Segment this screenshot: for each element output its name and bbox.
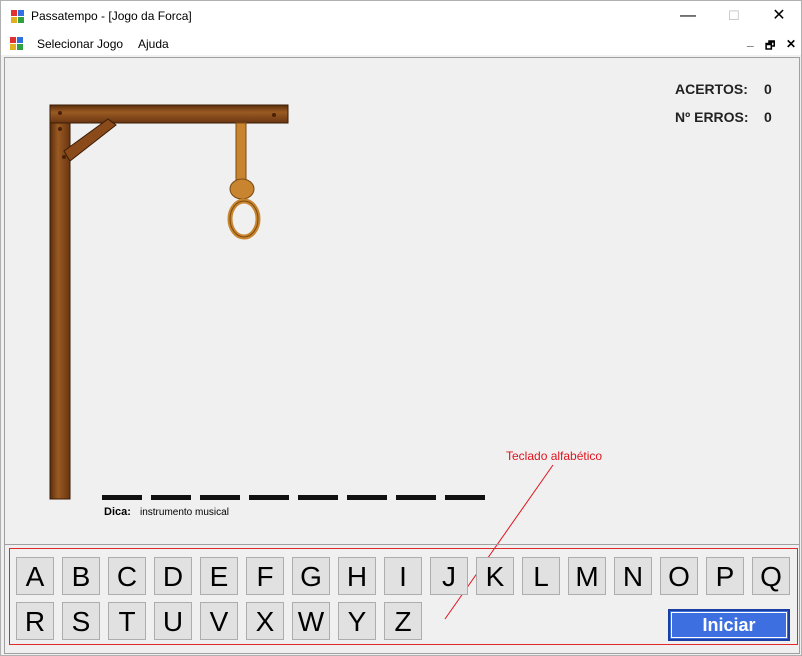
acertos-value: 0 [764, 81, 772, 97]
window-title: Passatempo - [Jogo da Forca] [31, 9, 192, 23]
key-a[interactable]: A [16, 557, 54, 595]
key-m[interactable]: M [568, 557, 606, 595]
key-q[interactable]: Q [752, 557, 790, 595]
minimize-button[interactable]: — [665, 1, 711, 33]
key-k[interactable]: K [476, 557, 514, 595]
key-b[interactable]: B [62, 557, 100, 595]
key-s[interactable]: S [62, 602, 100, 640]
start-button[interactable]: Iniciar [668, 609, 790, 641]
key-x[interactable]: X [246, 602, 284, 640]
letter-blank [396, 495, 436, 500]
close-button[interactable]: ✕ [756, 1, 802, 33]
letter-blank [298, 495, 338, 500]
mdi-restore-button[interactable]: 🗗 [765, 37, 775, 56]
key-w[interactable]: W [292, 602, 330, 640]
letter-blank [151, 495, 191, 500]
mdi-child-icon[interactable] [10, 37, 23, 50]
mdi-minimize-button[interactable]: _ [747, 34, 754, 48]
maximize-button[interactable]: ☐ [711, 1, 757, 33]
key-g[interactable]: G [292, 557, 330, 595]
key-i[interactable]: I [384, 557, 422, 595]
key-c[interactable]: C [108, 557, 146, 595]
key-j[interactable]: J [430, 557, 468, 595]
letter-blank [200, 495, 240, 500]
gallows-image [49, 104, 289, 500]
keyboard-divider [4, 544, 800, 545]
app-window: Passatempo - [Jogo da Forca] — ☐ ✕ Selec… [0, 0, 802, 656]
hint-text: instrumento musical [140, 507, 229, 518]
key-t[interactable]: T [108, 602, 146, 640]
key-l[interactable]: L [522, 557, 560, 595]
erros-label: Nº ERROS: [675, 109, 749, 125]
key-z[interactable]: Z [384, 602, 422, 640]
mdi-close-button[interactable]: ✕ [786, 37, 796, 51]
hint-label: Dica: [104, 506, 131, 518]
key-n[interactable]: N [614, 557, 652, 595]
keyboard-annotation: Teclado alfabético [506, 449, 603, 463]
key-f[interactable]: F [246, 557, 284, 595]
key-p[interactable]: P [706, 557, 744, 595]
menu-help[interactable]: Ajuda [138, 37, 169, 51]
acertos-label: ACERTOS: [675, 81, 748, 97]
key-e[interactable]: E [200, 557, 238, 595]
key-y[interactable]: Y [338, 602, 376, 640]
erros-value: 0 [764, 109, 772, 125]
menu-select-game[interactable]: Selecionar Jogo [37, 37, 123, 51]
title-bar: Passatempo - [Jogo da Forca] — ☐ ✕ [1, 1, 801, 33]
key-h[interactable]: H [338, 557, 376, 595]
app-icon [11, 10, 24, 23]
letter-blank [102, 495, 142, 500]
key-u[interactable]: U [154, 602, 192, 640]
key-o[interactable]: O [660, 557, 698, 595]
key-r[interactable]: R [16, 602, 54, 640]
key-v[interactable]: V [200, 602, 238, 640]
key-d[interactable]: D [154, 557, 192, 595]
letter-blank [249, 495, 289, 500]
letter-blank [347, 495, 387, 500]
